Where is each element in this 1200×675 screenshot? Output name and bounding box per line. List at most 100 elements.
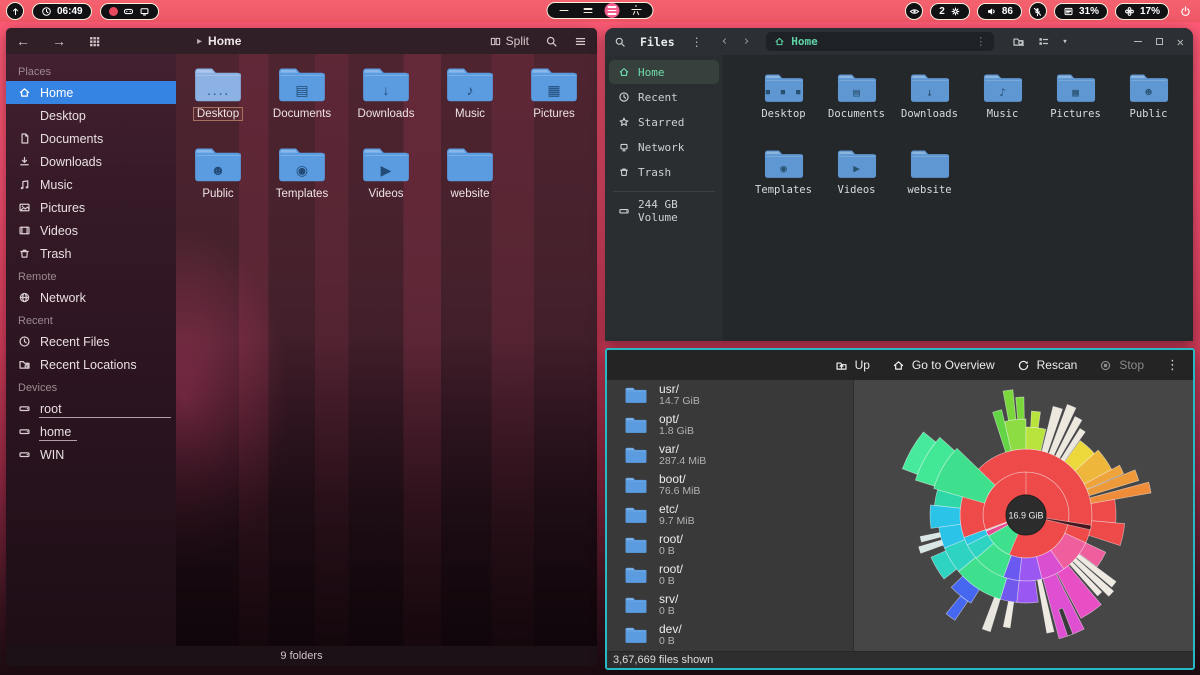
back-button[interactable]: ←	[16, 33, 30, 49]
baobab-row-dev-[interactable]: dev/0 B	[607, 620, 853, 650]
folder-icon: ▦	[530, 64, 578, 104]
view-toggle-icon[interactable]	[1037, 35, 1050, 48]
folder-website[interactable]: website	[893, 143, 966, 219]
sidebar-item-root[interactable]: root	[6, 397, 176, 420]
folder-videos[interactable]: ▶Videos	[344, 140, 428, 220]
sidebar-item-recent-files[interactable]: Recent Files	[6, 330, 176, 353]
cpu-widget[interactable]: 17%	[1115, 3, 1169, 20]
sidebar-item-starred[interactable]: Starred	[609, 110, 719, 134]
folder-emblem-icon: ♪	[446, 70, 494, 110]
sidebar-item-recent[interactable]: Recent	[609, 85, 719, 109]
sidebar-item-documents[interactable]: Documents	[6, 127, 176, 150]
folder-pictures[interactable]: ▦Pictures	[1039, 67, 1112, 143]
volume-widget[interactable]: 86	[977, 3, 1022, 20]
menu-icon[interactable]	[574, 35, 587, 48]
split-button[interactable]: Split	[490, 34, 529, 48]
folder-downloads[interactable]: ↓Downloads	[344, 60, 428, 140]
clock-widget[interactable]: 06:49	[32, 3, 92, 20]
sidebar-item-network[interactable]: Network	[609, 135, 719, 159]
baobab-row-srv-[interactable]: srv/0 B	[607, 590, 853, 620]
folder-downloads[interactable]: ↓Downloads	[893, 67, 966, 143]
sidebar-item-recent-locations[interactable]: Recent Locations	[6, 353, 176, 376]
baobab-row-boot-[interactable]: boot/76.6 MiB	[607, 470, 853, 500]
workspace-tag-一[interactable]	[557, 3, 572, 18]
memory-widget[interactable]: 31%	[1054, 3, 1108, 20]
folder-emblem-icon: ☻	[1129, 76, 1169, 109]
go-to-overview-button[interactable]: Go to Overview	[892, 358, 995, 372]
baobab-row-var-[interactable]: var/287.4 MiB	[607, 440, 853, 470]
sidebar-item-desktop[interactable]: Desktop	[6, 104, 176, 127]
sidebar-item-home[interactable]: Home	[609, 60, 719, 84]
folder-videos[interactable]: ▶Videos	[820, 143, 893, 219]
workspace-tag-三[interactable]	[605, 3, 620, 18]
close-button[interactable]: ✕	[1177, 36, 1184, 48]
sunburst-chart[interactable]: 16.9 GiB	[854, 380, 1195, 651]
folder-icon: ☻	[194, 144, 242, 184]
power-button[interactable]	[1176, 2, 1194, 20]
search-icon[interactable]	[545, 35, 558, 48]
baobab-row-root-[interactable]: root/0 B	[607, 530, 853, 560]
up-button[interactable]: Up	[835, 358, 870, 372]
mic-mute-button[interactable]	[1029, 2, 1047, 20]
folder-website[interactable]: website	[428, 140, 512, 220]
folder-public[interactable]: ☻Public	[176, 140, 260, 220]
forward-button[interactable]: →	[52, 33, 66, 49]
minimize-button[interactable]	[1134, 41, 1142, 43]
view-options-chevron[interactable]: ▾	[1062, 37, 1067, 47]
sidebar-item-music[interactable]: Music	[6, 173, 176, 196]
folder-documents[interactable]: ▤Documents	[820, 67, 893, 143]
search-icon[interactable]	[614, 36, 626, 48]
baobab-ring-chart[interactable]: 16.9 GiB	[854, 380, 1195, 651]
forward-button[interactable]: ›	[742, 34, 750, 49]
baobab-row-etc-[interactable]: etc/9.7 MiB	[607, 500, 853, 530]
folder-music[interactable]: ♪Music	[428, 60, 512, 140]
baobab-row-root-[interactable]: root/0 B	[607, 560, 853, 590]
display-icon[interactable]	[139, 6, 150, 17]
workspace-tag-六[interactable]	[629, 3, 644, 18]
quick-apps-widget[interactable]	[100, 3, 159, 20]
baobab-row-usr-[interactable]: usr/14.7 GiB	[607, 380, 853, 410]
updates-widget[interactable]: 2	[930, 3, 970, 20]
folder-music[interactable]: ♪Music	[966, 67, 1039, 143]
sidebar-item-videos[interactable]: Videos	[6, 219, 176, 242]
folder-icon: ▶	[837, 147, 877, 180]
folder-desktop[interactable]: ▪ ▪ ▪Desktop	[747, 67, 820, 143]
maximize-button[interactable]	[1156, 38, 1163, 45]
grid-view-icon[interactable]	[88, 35, 101, 48]
folder-templates[interactable]: ◉Templates	[260, 140, 344, 220]
back-button[interactable]: ‹	[721, 34, 729, 49]
breadcrumb-caret: ▸	[197, 36, 202, 47]
sidebar-item-downloads[interactable]: Downloads	[6, 150, 176, 173]
kebab-menu-icon[interactable]: ⋮	[691, 35, 703, 49]
baobab-row-opt-[interactable]: opt/1.8 GiB	[607, 410, 853, 440]
path-kebab-icon[interactable]: ⋮	[975, 35, 986, 48]
folder-templates[interactable]: ◉Templates	[747, 143, 820, 219]
sidebar-item-network[interactable]: Network	[6, 286, 176, 309]
folder-emblem-icon: ↓	[362, 70, 410, 110]
folder-documents[interactable]: ▤Documents	[260, 60, 344, 140]
launcher-button[interactable]	[6, 2, 24, 20]
sidebar-item-win[interactable]: WIN	[6, 443, 176, 466]
kebab-menu-icon[interactable]: ⋮	[1166, 357, 1179, 373]
breadcrumb[interactable]: ▸ Home	[197, 34, 241, 48]
folder-pictures[interactable]: ▦Pictures	[512, 60, 596, 140]
app-dot-icon[interactable]	[109, 7, 118, 16]
path-bar[interactable]: Home ⋮	[766, 32, 994, 51]
sidebar-item-pictures[interactable]: Pictures	[6, 196, 176, 219]
folder-icon	[625, 386, 647, 404]
rescan-button[interactable]: Rescan	[1017, 358, 1078, 372]
folder-public[interactable]: ☻Public	[1112, 67, 1185, 143]
sidebar-item-home[interactable]: home	[6, 420, 176, 443]
file-manager-toolbar: ← → ▸ Home Split	[6, 28, 597, 54]
folder-label: Downloads	[901, 108, 958, 120]
sidebar-item-244-gb-volume[interactable]: 244 GB Volume	[609, 199, 719, 223]
folder-desktop[interactable]: ▪ ▪ ▪ ▪Desktop	[176, 60, 260, 140]
gamepad-icon[interactable]	[123, 6, 134, 17]
sidebar-item-home[interactable]: Home	[6, 81, 176, 104]
folder-search-icon[interactable]	[1012, 35, 1025, 48]
workspace-tag-二[interactable]	[581, 3, 596, 18]
sidebar-item-trash[interactable]: Trash	[609, 160, 719, 184]
screen-record-button[interactable]	[905, 2, 923, 20]
gear-icon	[950, 6, 961, 17]
sidebar-item-trash[interactable]: Trash	[6, 242, 176, 265]
